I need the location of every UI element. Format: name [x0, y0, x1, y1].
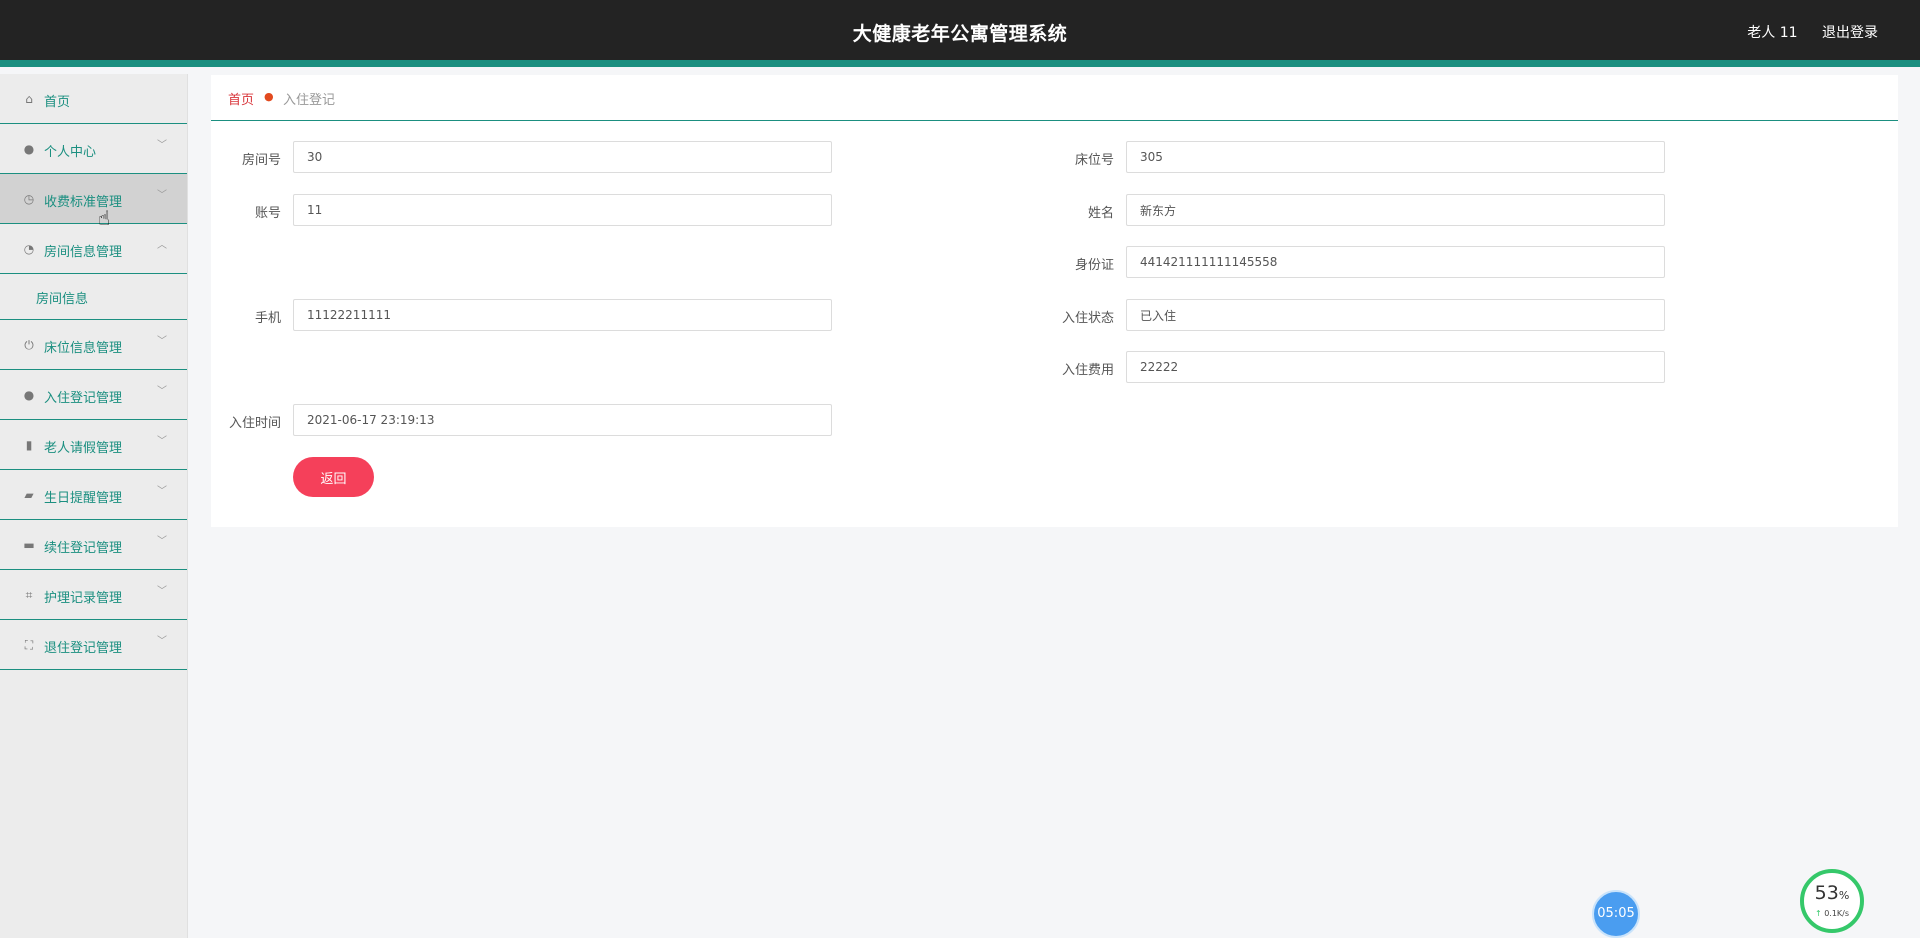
- sidebar-item-checkout[interactable]: ⛶ 退住登记管理 ﹀: [0, 620, 187, 670]
- fullscreen-icon: ⛶: [24, 638, 34, 652]
- sidebar-item-label: 房间信息: [36, 292, 89, 307]
- mouse-cursor-icon: ☝: [98, 206, 111, 230]
- id-card-input[interactable]: [1126, 246, 1665, 278]
- sidebar-item-label: 生日提醒管理: [44, 491, 123, 506]
- speed-percent: 53%: [1804, 882, 1860, 904]
- breadcrumb-current: 入住登记: [283, 93, 336, 108]
- account-label: 账号: [254, 206, 281, 221]
- chevron-down-icon: ﹀: [157, 536, 167, 547]
- sidebar-item-label: 入住登记管理: [44, 391, 123, 406]
- bed-no-label: 床位号: [1074, 153, 1114, 168]
- clock-icon: ◷: [23, 192, 35, 206]
- top-bar: 大健康老年公寓管理系统 老人 11 退出登录: [0, 0, 1920, 67]
- network-speed-widget[interactable]: 53% ↑ 0.1K/s: [1800, 869, 1864, 933]
- power-icon: ⏻: [24, 338, 34, 352]
- name-input[interactable]: [1126, 194, 1665, 226]
- checkin-time-input[interactable]: [293, 404, 832, 436]
- status-label: 入住状态: [1061, 311, 1114, 326]
- sidebar-item-label: 个人中心: [44, 145, 97, 160]
- sidebar-item-nursing[interactable]: ⌗ 护理记录管理 ﹀: [0, 570, 187, 620]
- user-icon: ●: [23, 388, 35, 402]
- timer-badge[interactable]: 05:05: [1592, 890, 1640, 938]
- room-no-input[interactable]: [293, 141, 832, 173]
- sidebar-item-birthday[interactable]: ▰ 生日提醒管理 ﹀: [0, 470, 187, 520]
- wallet-icon: ▰: [24, 488, 34, 502]
- bar-chart-icon: ▮: [25, 438, 33, 452]
- sidebar-item-room-info-mgmt[interactable]: ◔ 房间信息管理 ︿: [0, 224, 187, 274]
- user-name[interactable]: 老人 11: [1747, 25, 1797, 41]
- breadcrumb-separator-icon: ●: [264, 90, 274, 103]
- app-title: 大健康老年公寓管理系统: [852, 23, 1068, 45]
- arrow-up-icon: ↑: [1814, 909, 1822, 918]
- sidebar-item-label: 续住登记管理: [44, 541, 123, 556]
- bed-no-input[interactable]: [1126, 141, 1665, 173]
- sidebar-item-label: 老人请假管理: [44, 441, 123, 456]
- sidebar-item-bed-info[interactable]: ⏻ 床位信息管理 ﹀: [0, 320, 187, 370]
- fee-label: 入住费用: [1061, 363, 1114, 378]
- sidebar-item-home[interactable]: ⌂ 首页: [0, 74, 187, 124]
- breadcrumb-home[interactable]: 首页: [228, 89, 254, 108]
- main-content: 首页 ● 入住登记 房间号 账号 手机 入住时间 返回 床位号 姓名 身份证 入…: [211, 75, 1898, 527]
- chevron-down-icon: ﹀: [157, 140, 167, 151]
- chevron-down-icon: ﹀: [157, 486, 167, 497]
- speed-rate-value: 0.1K/s: [1824, 909, 1850, 918]
- phone-label: 手机: [254, 311, 281, 326]
- home-icon: ⌂: [25, 92, 33, 106]
- sidebar-item-label: 首页: [44, 95, 71, 110]
- fee-input[interactable]: [1126, 351, 1665, 383]
- id-card-label: 身份证: [1074, 258, 1114, 273]
- chevron-down-icon: ﹀: [157, 436, 167, 447]
- chevron-down-icon: ﹀: [157, 386, 167, 397]
- sidebar-item-label: 退住登记管理: [44, 641, 123, 656]
- dashboard-icon: ◔: [23, 242, 35, 256]
- speed-rate: ↑ 0.1K/s: [1804, 909, 1860, 918]
- sidebar-item-leave[interactable]: ▮ 老人请假管理 ﹀: [0, 420, 187, 470]
- sidebar-item-renewal[interactable]: ▬ 续住登记管理 ﹀: [0, 520, 187, 570]
- logout-link[interactable]: 退出登录: [1822, 25, 1878, 41]
- speed-percent-unit: %: [1838, 889, 1850, 902]
- chevron-up-icon: ︿: [157, 240, 167, 251]
- checkin-time-label: 入住时间: [228, 416, 281, 431]
- chevron-down-icon: ﹀: [157, 336, 167, 347]
- room-no-label: 房间号: [241, 153, 281, 168]
- crop-icon: ⌗: [25, 588, 33, 602]
- breadcrumb: 首页 ● 入住登记: [211, 75, 1898, 121]
- sidebar-item-checkin[interactable]: ● 入住登记管理 ﹀: [0, 370, 187, 420]
- user-icon: ●: [23, 142, 35, 156]
- name-label: 姓名: [1087, 206, 1114, 221]
- sidebar: ⌂ 首页 ● 个人中心 ﹀ ◷ 收费标准管理 ﹀ ◔ 房间信息管理 ︿ 房间信息…: [0, 74, 188, 938]
- chevron-down-icon: ﹀: [157, 190, 167, 201]
- speed-percent-value: 53: [1814, 882, 1839, 904]
- sidebar-subitem-room-info[interactable]: 房间信息: [0, 274, 187, 320]
- phone-input[interactable]: [293, 299, 832, 331]
- user-area: 老人 11 退出登录: [1727, 22, 1878, 42]
- sidebar-item-label: 收费标准管理: [44, 195, 123, 210]
- account-input[interactable]: [293, 194, 832, 226]
- status-input[interactable]: [1126, 299, 1665, 331]
- chevron-down-icon: ﹀: [157, 586, 167, 597]
- sidebar-item-label: 房间信息管理: [44, 245, 123, 260]
- sidebar-item-fee-standard[interactable]: ◷ 收费标准管理 ﹀: [0, 174, 187, 224]
- chevron-down-icon: ﹀: [157, 636, 167, 647]
- back-button[interactable]: 返回: [293, 457, 374, 497]
- monitor-icon: ▬: [23, 538, 35, 552]
- sidebar-item-label: 床位信息管理: [44, 341, 123, 356]
- sidebar-item-personal-center[interactable]: ● 个人中心 ﹀: [0, 124, 187, 174]
- sidebar-item-label: 护理记录管理: [44, 591, 123, 606]
